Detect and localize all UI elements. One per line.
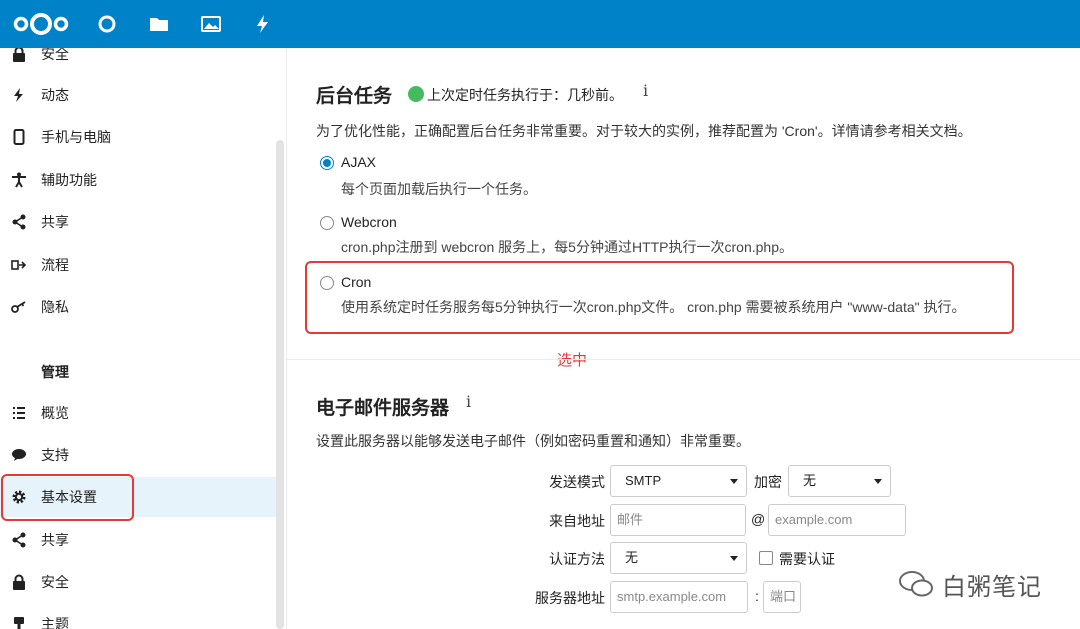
server-address-input[interactable]: smtp.example.com <box>610 581 748 613</box>
send-mode-select[interactable]: SMTP <box>610 465 747 497</box>
from-address-placeholder: 邮件 <box>617 512 644 527</box>
sidebar-item-label: 主题 <box>41 616 69 629</box>
sidebar-item-sharing-personal[interactable]: 共享 <box>0 202 276 242</box>
port-input[interactable]: 端口 <box>763 581 801 613</box>
sidebar-scrollbar[interactable] <box>276 140 284 629</box>
chevron-down-icon <box>730 556 738 561</box>
from-address-input[interactable]: 邮件 <box>610 504 746 536</box>
sidebar-item-support[interactable]: 支持 <box>0 435 276 475</box>
top-bar <box>0 0 1080 48</box>
sidebar-item-overview[interactable]: 概览 <box>0 393 276 433</box>
chevron-down-icon <box>730 479 738 484</box>
section-divider <box>287 359 1080 360</box>
auth-required-label[interactable]: 需要认证 <box>779 549 835 569</box>
annotation-highlight-cron <box>305 261 1014 334</box>
background-jobs-description: 为了优化性能，正确配置后台任务非常重要。对于较大的实例，推荐配置为 'Cron'… <box>316 123 972 139</box>
files-folder-icon[interactable] <box>148 13 170 35</box>
status-ok-icon <box>408 86 424 102</box>
sidebar-item-label: 隐私 <box>41 299 69 315</box>
sidebar-item-mobile-desktop[interactable]: 手机与电脑 <box>0 117 276 157</box>
share-icon <box>10 531 28 549</box>
chat-bubble-icon <box>10 446 28 464</box>
mail-domain-input[interactable]: example.com <box>768 504 906 536</box>
share-icon <box>10 213 28 231</box>
lock-icon <box>10 573 28 591</box>
photos-image-icon[interactable] <box>200 13 222 35</box>
server-address-placeholder: smtp.example.com <box>617 589 727 604</box>
sidebar-item-accessibility[interactable]: 辅助功能 <box>0 160 276 200</box>
sidebar-item-label: 概览 <box>41 405 69 421</box>
info-icon[interactable]: i <box>466 392 471 411</box>
sidebar-item-label: 安全 <box>41 574 69 590</box>
port-colon: : <box>755 588 759 604</box>
background-jobs-title: 后台任务 <box>316 86 393 107</box>
auth-method-select[interactable]: 无 <box>610 542 747 574</box>
flow-icon <box>10 256 28 274</box>
server-address-label: 服务器地址 <box>535 590 605 606</box>
encryption-value: 无 <box>803 473 817 488</box>
annotation-highlight-basic-settings <box>1 474 134 521</box>
email-server-title: 电子邮件服务器 <box>316 398 450 419</box>
accessibility-icon <box>10 171 28 189</box>
sidebar-heading-admin: 管理 <box>41 364 69 380</box>
option-webcron-description: cron.php注册到 webcron 服务上，每5分钟通过HTTP执行一次cr… <box>341 239 793 255</box>
dashboard-circle-icon[interactable] <box>96 13 118 35</box>
option-ajax-description: 每个页面加载后执行一个任务。 <box>341 181 537 197</box>
mail-domain-placeholder: example.com <box>775 512 853 527</box>
option-ajax-label[interactable]: AJAX <box>341 154 376 170</box>
sidebar-item-flow[interactable]: 流程 <box>0 245 276 285</box>
port-placeholder: 端口 <box>770 589 797 604</box>
brush-icon <box>10 615 28 629</box>
watermark-text: 白粥笔记 <box>942 574 1042 601</box>
sidebar-item-label: 动态 <box>41 87 69 103</box>
cron-status-text: 上次定时任务执行于：几秒前。 <box>427 87 623 103</box>
main-content: 后台任务 上次定时任务执行于：几秒前。 i 为了优化性能，正确配置后台任务非常重… <box>287 48 1080 629</box>
send-mode-label: 发送模式 <box>549 474 605 490</box>
radio-webcron[interactable] <box>320 216 334 230</box>
sidebar-item-theming[interactable]: 主题 <box>0 604 276 629</box>
auth-method-label: 认证方法 <box>549 551 605 567</box>
auth-method-value: 无 <box>625 550 639 565</box>
sidebar-item-label: 辅助功能 <box>41 172 97 188</box>
at-sign: @ <box>751 511 766 527</box>
auth-required-checkbox[interactable] <box>759 551 773 565</box>
option-webcron-label[interactable]: Webcron <box>341 214 397 230</box>
phone-icon <box>10 128 28 146</box>
sidebar-item-label: 共享 <box>41 214 69 230</box>
sidebar-item-privacy[interactable]: 隐私 <box>0 287 276 327</box>
encryption-label: 加密 <box>754 474 782 490</box>
chevron-down-icon <box>874 479 882 484</box>
sidebar-item-label: 手机与电脑 <box>41 129 111 145</box>
sidebar-item-security-admin[interactable]: 安全 <box>0 562 276 602</box>
sidebar-item-label: 支持 <box>41 447 69 463</box>
list-icon <box>10 404 28 422</box>
bolt-icon <box>10 86 28 104</box>
info-icon[interactable]: i <box>643 81 648 100</box>
settings-sidebar: 安全 动态 手机与电脑 辅助功能 共享 流程 隐私 管理 概览 支持 基本设置 … <box>0 48 287 629</box>
sidebar-item-label: 安全 <box>41 48 69 62</box>
sidebar-item-label: 流程 <box>41 257 69 273</box>
key-icon <box>10 298 28 316</box>
encryption-select[interactable]: 无 <box>788 465 891 497</box>
from-address-label: 来自地址 <box>549 513 605 529</box>
sidebar-item-security-personal[interactable]: 安全 <box>0 48 276 74</box>
wechat-logo-icon <box>899 571 933 597</box>
activity-bolt-icon[interactable] <box>252 13 274 35</box>
sidebar-item-label: 共享 <box>41 532 69 548</box>
watermark: 白粥笔记 <box>898 565 1058 605</box>
nextcloud-logo[interactable] <box>10 10 72 38</box>
email-server-description: 设置此服务器以能够发送电子邮件（例如密码重置和通知）非常重要。 <box>316 433 750 449</box>
send-mode-value: SMTP <box>625 473 662 488</box>
lock-icon <box>10 48 28 63</box>
radio-ajax[interactable] <box>320 156 334 170</box>
sidebar-item-activity[interactable]: 动态 <box>0 75 276 115</box>
sidebar-item-sharing-admin[interactable]: 共享 <box>0 520 276 560</box>
